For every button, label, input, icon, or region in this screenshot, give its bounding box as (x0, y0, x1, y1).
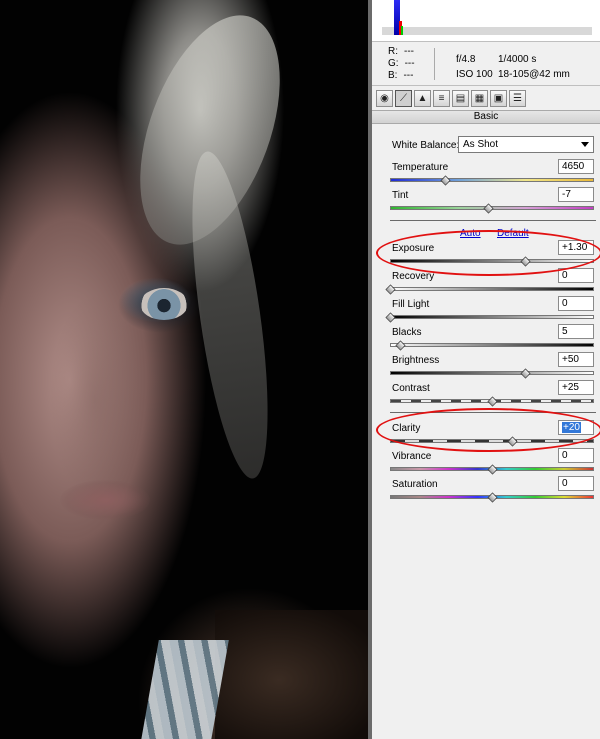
contrast-field[interactable]: +25 (558, 380, 594, 395)
blacks-field[interactable]: 5 (558, 324, 594, 339)
brightness-value: +50 (562, 354, 579, 365)
r-label: R: (388, 46, 398, 57)
fill-light-label: Fill Light (392, 299, 430, 310)
saturation-field[interactable]: 0 (558, 476, 594, 491)
panel-title: Basic (372, 110, 600, 124)
contrast-control: Contrast +25 (372, 380, 600, 409)
white-balance-select[interactable]: As Shot (458, 136, 594, 153)
white-balance-value: As Shot (463, 139, 499, 150)
blacks-label: Blacks (392, 327, 422, 338)
hsl-icon[interactable]: ≡ (433, 90, 450, 107)
b-label: B: (388, 70, 398, 81)
rgb-readout: R: --- G: --- B: --- (388, 46, 415, 82)
lips (60, 480, 150, 520)
vibrance-field[interactable]: 0 (558, 448, 594, 463)
split-toning-icon[interactable]: ▤ (452, 90, 469, 107)
vibrance-slider-thumb[interactable] (487, 464, 498, 475)
aperture: f/4.8 (456, 54, 476, 65)
brightness-label: Brightness (392, 355, 440, 366)
fill-light-value: 0 (562, 298, 568, 309)
lens-icon[interactable]: ▦ (471, 90, 488, 107)
lens: 18-105@42 mm (498, 69, 570, 80)
coat (215, 610, 368, 739)
fill-light-field[interactable]: 0 (558, 296, 594, 311)
white-balance-label: White Balance: (392, 140, 460, 151)
contrast-label: Contrast (392, 383, 430, 394)
info-divider (434, 48, 435, 80)
vibrance-label: Vibrance (392, 451, 432, 462)
brightness-control: Brightness +50 (372, 352, 600, 381)
clarity-highlight-ellipse (376, 408, 600, 452)
recovery-value: 0 (562, 270, 568, 281)
temperature-field[interactable]: 4650 (558, 159, 594, 174)
section-divider (390, 220, 596, 221)
g-value: --- (404, 58, 415, 69)
fill-light-track[interactable] (390, 315, 594, 319)
tint-value: -7 (562, 189, 571, 200)
saturation-value: 0 (562, 478, 568, 489)
contrast-value: +25 (562, 382, 579, 393)
detail-icon[interactable]: ▲ (414, 90, 431, 107)
r-value: --- (404, 46, 414, 57)
recovery-slider-thumb[interactable] (385, 284, 396, 295)
brightness-field[interactable]: +50 (558, 352, 594, 367)
brightness-slider-thumb[interactable] (520, 368, 531, 379)
panel-tabs: ◉ ⟋ ▲ ≡ ▤ ▦ ▣ ☰ (376, 90, 526, 108)
b-value: --- (403, 70, 414, 81)
tint-control: Tint -7 (372, 187, 600, 216)
temperature-track[interactable] (390, 178, 594, 182)
fill-light-control: Fill Light 0 (372, 296, 600, 325)
vibrance-control: Vibrance 0 (372, 448, 600, 477)
contrast-slider-thumb[interactable] (487, 396, 498, 407)
saturation-control: Saturation 0 (372, 476, 600, 505)
blacks-slider-thumb[interactable] (395, 340, 406, 351)
blacks-track[interactable] (390, 343, 594, 347)
hair (177, 147, 283, 483)
camera-raw-panel: R: --- G: --- B: --- f/4.8 1/4000 s ISO 100… (368, 0, 600, 739)
blacks-control: Blacks 5 (372, 324, 600, 353)
recovery-label: Recovery (392, 271, 435, 282)
camera-calibration-icon[interactable]: ▣ (490, 90, 507, 107)
histogram (372, 0, 600, 42)
tint-field[interactable]: -7 (558, 187, 594, 202)
temperature-value: 4650 (562, 161, 585, 172)
basic-camera-icon[interactable]: ◉ (376, 90, 393, 107)
tint-slider-thumb[interactable] (483, 203, 494, 214)
chevron-down-icon (581, 142, 589, 147)
fill-light-slider-thumb[interactable] (385, 312, 396, 323)
histogram-luminance (382, 27, 592, 35)
temperature-label: Temperature (392, 162, 449, 173)
histogram-green-channel (401, 26, 403, 35)
iso: ISO 100 (456, 69, 493, 80)
temperature-control: Temperature 4650 (372, 159, 600, 188)
blacks-value: 5 (562, 326, 568, 337)
vibrance-value: 0 (562, 450, 568, 461)
temperature-slider-thumb[interactable] (440, 175, 451, 186)
saturation-label: Saturation (392, 479, 438, 490)
g-label: G: (388, 58, 399, 69)
tint-label: Tint (392, 190, 409, 201)
shutter-speed: 1/4000 s (498, 54, 537, 65)
image-info: R: --- G: --- B: --- f/4.8 1/4000 s ISO 100… (372, 42, 600, 86)
eye (140, 288, 188, 320)
tone-curve-icon[interactable]: ⟋ (395, 90, 412, 107)
brightness-track[interactable] (390, 371, 594, 375)
exposure-highlight-ellipse (376, 230, 600, 276)
saturation-slider-thumb[interactable] (487, 492, 498, 503)
photo-preview (0, 0, 368, 739)
presets-icon[interactable]: ☰ (509, 90, 526, 107)
recovery-track[interactable] (390, 287, 594, 291)
